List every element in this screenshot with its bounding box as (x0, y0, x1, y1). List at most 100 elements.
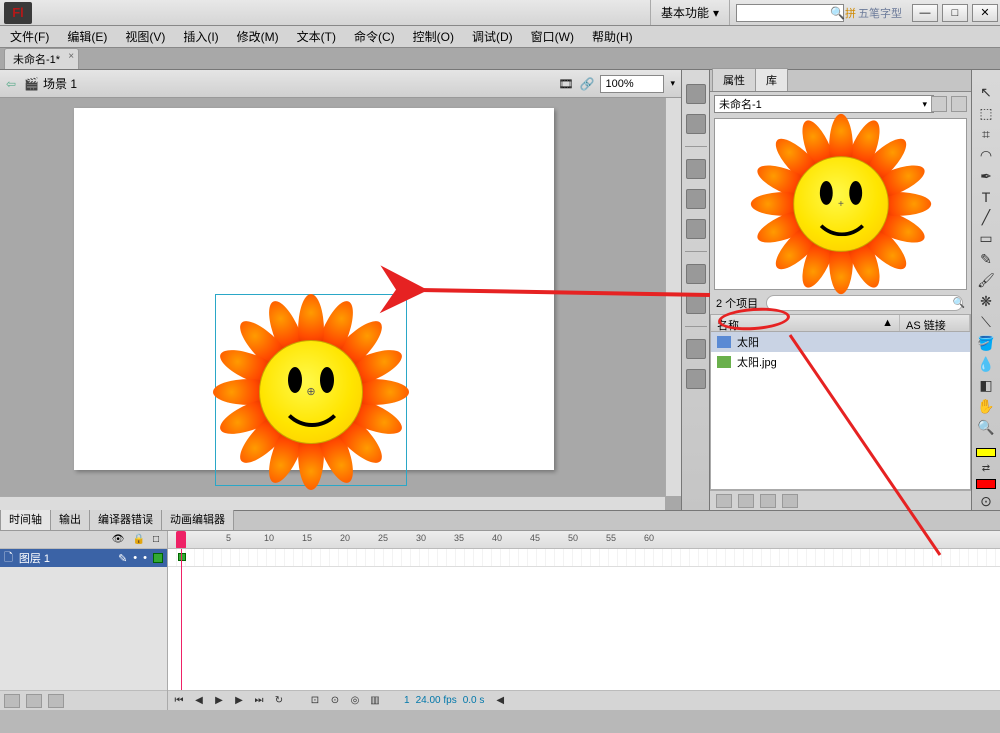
lock-icon[interactable]: 🔒 (133, 534, 145, 545)
menu-view[interactable]: 视图(V) (121, 26, 169, 47)
bone-tool-icon[interactable]: ⟍ (975, 314, 997, 331)
swatches-panel-icon[interactable] (686, 114, 706, 134)
edit-scene-icon[interactable]: 🎞 (558, 77, 573, 91)
library-document-select[interactable] (714, 95, 934, 113)
back-icon[interactable]: ⇦ (6, 77, 16, 91)
last-frame-button[interactable]: ⏭ (252, 694, 266, 708)
library-search-input[interactable] (766, 295, 962, 311)
edit-symbol-icon[interactable]: 🔗 (580, 77, 595, 91)
keyframe[interactable] (178, 553, 186, 561)
ruler-mark: 10 (264, 533, 274, 543)
pencil-tool-icon[interactable]: ✎ (975, 251, 997, 268)
chevron-down-icon[interactable]: ▾ (670, 78, 675, 89)
center-frame-button[interactable]: ⊡ (308, 694, 322, 708)
motion-panel-icon[interactable] (686, 339, 706, 359)
menu-text[interactable]: 文本(T) (293, 26, 340, 47)
onion-outline-button[interactable]: ◎ (348, 694, 362, 708)
deco-tool-icon[interactable]: ❋ (975, 293, 997, 310)
tab-motion[interactable]: 动画编辑器 (161, 507, 234, 530)
library-item[interactable]: 太阳.jpg (711, 352, 970, 372)
layer-row[interactable]: 🗋 图层 1 ✎ •• (0, 549, 167, 567)
timeline-ruler[interactable]: 51015202530354045505560 (168, 531, 1000, 549)
eyedropper-tool-icon[interactable]: 💧 (975, 356, 997, 373)
menu-debug[interactable]: 调试(D) (468, 26, 517, 47)
tab-output[interactable]: 输出 (50, 507, 90, 530)
frame-row[interactable] (168, 549, 1000, 567)
pin-icon[interactable] (931, 96, 947, 112)
stroke-color-swatch[interactable] (976, 448, 996, 458)
scrollbar-horizontal[interactable] (0, 496, 665, 510)
menu-file[interactable]: 文件(F) (6, 26, 53, 47)
menu-help[interactable]: 帮助(H) (588, 26, 637, 47)
close-button[interactable]: ✕ (972, 4, 998, 22)
onion-skin-button[interactable]: ⊙ (328, 694, 342, 708)
edit-multi-button[interactable]: ▥ (368, 694, 382, 708)
col-linkage[interactable]: AS 链接 (900, 315, 970, 331)
chevron-down-icon[interactable]: ▾ (922, 99, 927, 110)
brush-tool-icon[interactable]: 🖌 (975, 272, 997, 289)
ruler-mark: 25 (378, 533, 388, 543)
free-transform-tool-icon[interactable]: ⌗ (975, 126, 997, 143)
subselection-tool-icon[interactable]: ⬚ (975, 105, 997, 122)
text-tool-icon[interactable]: T (975, 189, 997, 205)
document-tab[interactable]: 未命名-1* × (4, 48, 79, 69)
menu-commands[interactable]: 命令(C) (350, 26, 399, 47)
align-panel-icon[interactable] (686, 159, 706, 179)
properties-button[interactable] (760, 494, 776, 508)
stage[interactable]: ⊕ (0, 98, 681, 510)
menu-edit[interactable]: 编辑(E) (63, 26, 111, 47)
menu-insert[interactable]: 插入(I) (179, 26, 222, 47)
playhead[interactable] (176, 531, 186, 549)
project-panel-icon[interactable] (686, 369, 706, 389)
new-folder-button[interactable] (26, 694, 42, 708)
loop-button[interactable]: ↻ (272, 694, 286, 708)
tab-properties[interactable]: 属性 (712, 68, 756, 91)
outline-icon[interactable]: □ (153, 534, 159, 545)
scrollbar-vertical[interactable] (665, 98, 681, 496)
zoom-input[interactable] (600, 75, 664, 93)
color-panel-icon[interactable] (686, 84, 706, 104)
info-panel-icon[interactable] (686, 189, 706, 209)
new-folder-button[interactable] (738, 494, 754, 508)
pen-tool-icon[interactable]: ✒ (975, 168, 997, 185)
delete-layer-button[interactable] (48, 694, 64, 708)
code-panel-icon[interactable] (686, 264, 706, 284)
rectangle-tool-icon[interactable]: ▭ (975, 230, 997, 247)
search-input[interactable] (736, 4, 844, 22)
library-list[interactable]: 太阳 太阳.jpg (710, 332, 971, 490)
sort-icon: ▲ (882, 317, 893, 329)
tab-compile[interactable]: 编译器错误 (89, 507, 162, 530)
swap-colors-icon[interactable]: ⇄ (975, 461, 997, 475)
selection-tool-icon[interactable]: ↖ (975, 84, 997, 101)
fill-color-swatch[interactable] (976, 479, 996, 489)
zoom-tool-icon[interactable]: 🔍 (975, 419, 997, 436)
minimize-button[interactable]: — (912, 4, 938, 22)
line-tool-icon[interactable]: ╱ (975, 209, 997, 226)
hand-tool-icon[interactable]: ✋ (975, 398, 997, 415)
library-preview: + (714, 118, 967, 290)
workspace-dropdown[interactable]: 基本功能 ▾ (650, 0, 730, 25)
delete-button[interactable] (782, 494, 798, 508)
menu-control[interactable]: 控制(O) (409, 26, 458, 47)
new-symbol-button[interactable] (716, 494, 732, 508)
close-tab-icon[interactable]: × (68, 51, 74, 62)
new-layer-button[interactable] (4, 694, 20, 708)
library-item[interactable]: 太阳 (711, 332, 970, 352)
components-panel-icon[interactable] (686, 294, 706, 314)
lasso-tool-icon[interactable]: ◠ (975, 147, 997, 164)
maximize-button[interactable]: □ (942, 4, 968, 22)
menu-window[interactable]: 窗口(W) (527, 26, 578, 47)
paint-bucket-tool-icon[interactable]: 🪣 (975, 335, 997, 352)
menu-modify[interactable]: 修改(M) (233, 26, 283, 47)
prev-frame-button[interactable]: ◀ (192, 694, 206, 708)
new-library-icon[interactable] (951, 96, 967, 112)
play-button[interactable]: ▶ (212, 694, 226, 708)
snap-icon[interactable]: ⊙ (975, 493, 997, 510)
eraser-tool-icon[interactable]: ◧ (975, 377, 997, 394)
tab-library[interactable]: 库 (755, 68, 788, 91)
first-frame-button[interactable]: ⏮ (172, 694, 186, 708)
transform-panel-icon[interactable] (686, 219, 706, 239)
visibility-icon[interactable]: 👁 (112, 534, 125, 545)
tab-timeline[interactable]: 时间轴 (0, 507, 51, 530)
next-frame-button[interactable]: ▶ (232, 694, 246, 708)
